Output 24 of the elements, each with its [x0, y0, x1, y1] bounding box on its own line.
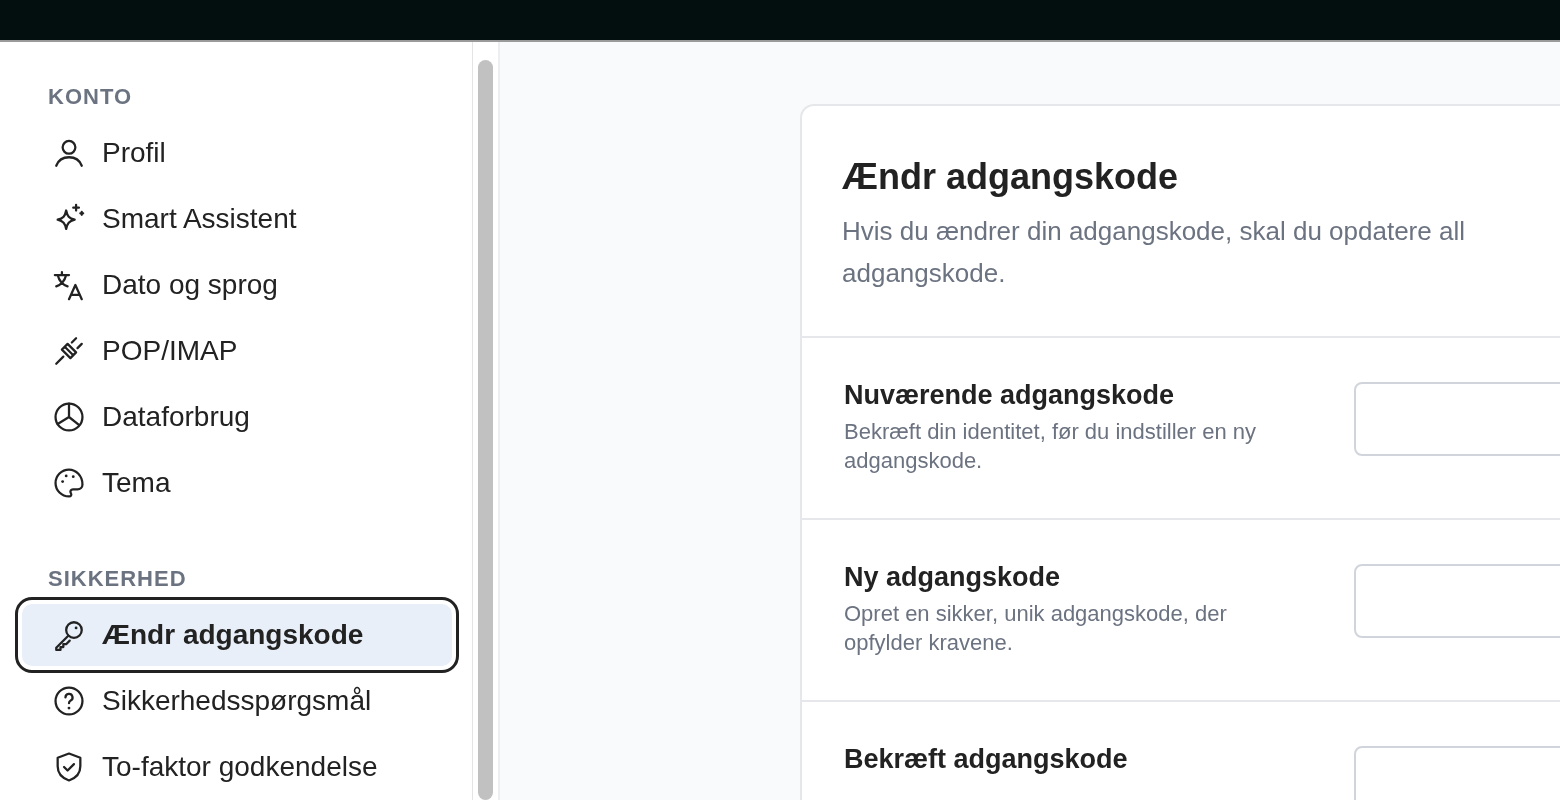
palette-icon: [52, 466, 86, 500]
section-heading: KONTO: [47, 83, 134, 111]
sidebar-item[interactable]: Tema: [22, 452, 452, 514]
section-heading: SIKKERHED: [47, 565, 188, 593]
sidebar-item[interactable]: POP/IMAP: [22, 320, 452, 382]
plug-icon: [52, 334, 86, 368]
field-label: Bekræft adgangskode: [844, 744, 1129, 775]
card-title: Ændr adgangskode: [842, 156, 1180, 198]
scrollbar-thumb[interactable]: [478, 60, 493, 800]
sidebar-item[interactable]: Profil: [22, 122, 452, 184]
field-hint: Opret en sikker, unik adgangskode, der opfylder kravene.: [844, 600, 1228, 657]
sidebar-item[interactable]: To-faktor godkendelse: [22, 736, 452, 798]
field-label: Ny adgangskode: [844, 562, 1062, 593]
field-hint: Bekræft din identitet, før du indstiller en ny adgangskode.: [844, 418, 1258, 475]
sidebar-item[interactable]: Dataforbrug: [22, 386, 452, 448]
translate-icon: [52, 268, 86, 302]
question-icon: [52, 684, 86, 718]
field-label: Nuværende adgangskode: [844, 380, 1176, 411]
card-description: Hvis du ændrer din adgangskode, skal du opdatere all adgangskode.: [842, 215, 1466, 290]
key-icon: [52, 618, 86, 652]
sidebar-item[interactable]: Dato og sprog: [22, 254, 452, 316]
pie-chart-icon: [52, 400, 86, 434]
sidebar-item[interactable]: Sikkerhedsspørgsmål: [22, 670, 452, 732]
sidebar-item[interactable]: Smart Assistent: [22, 188, 452, 250]
